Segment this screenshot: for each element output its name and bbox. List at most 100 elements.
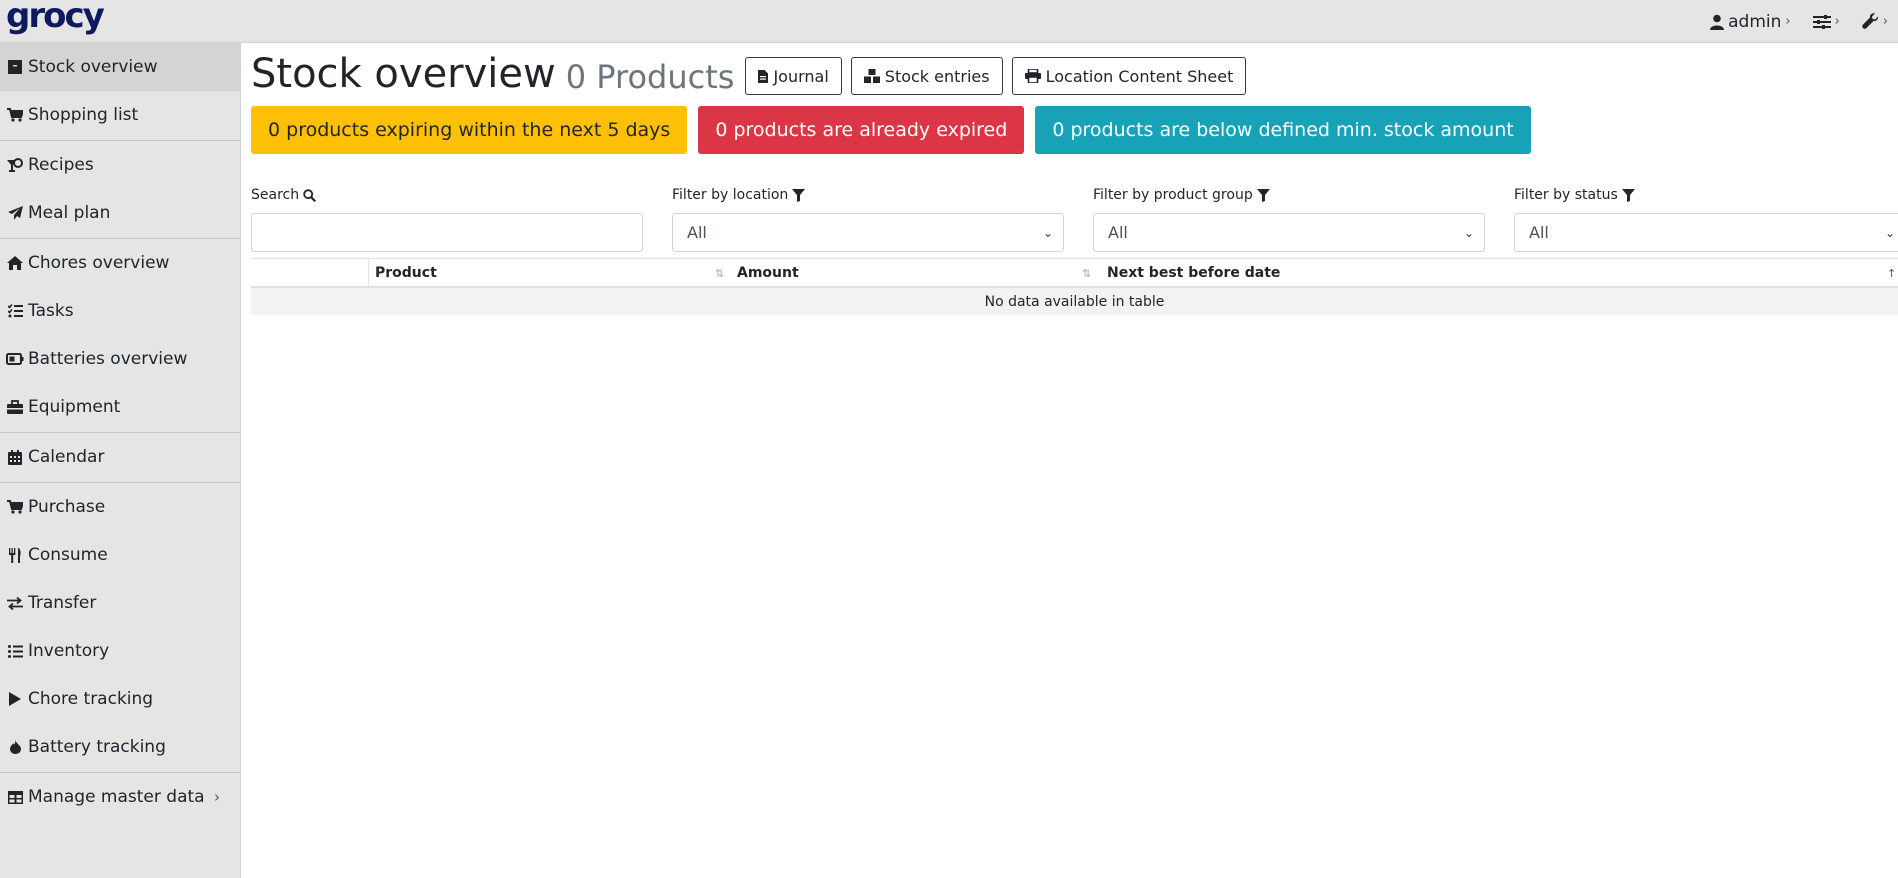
sidebar-item-equipment[interactable]: Equipment	[0, 383, 240, 431]
boxes-icon	[863, 69, 880, 83]
search-icon	[303, 188, 317, 202]
sort-asc-icon: ↑	[1887, 267, 1897, 280]
sidebar-item-shopping-list[interactable]: Shopping list	[0, 91, 240, 139]
stock-table: Product ⇅ Amount ⇅ Next best before date…	[251, 258, 1898, 315]
chevron-down-icon: ⌄	[1042, 225, 1053, 240]
status-alerts: 0 products expiring within the next 5 da…	[251, 106, 1531, 154]
sidebar-item-recipes[interactable]: Recipes	[0, 141, 240, 189]
status-filter-label: Filter by status	[1514, 187, 1618, 203]
column-header-label: Product	[375, 265, 437, 281]
chevron-down-icon: ⌄	[1884, 225, 1895, 240]
play-icon	[6, 692, 24, 706]
sidebar: Stock overview Shopping list Recipes Mea…	[0, 43, 241, 878]
app-logo[interactable]: grocy	[6, 0, 105, 36]
fire-icon	[6, 740, 24, 754]
location-select[interactable]: All ⌄	[672, 213, 1064, 252]
sidebar-item-label: Meal plan	[28, 203, 111, 223]
status-select[interactable]: All ⌄	[1514, 213, 1898, 252]
location-select-wrap: All ⌄	[672, 213, 1064, 252]
user-icon	[1710, 14, 1725, 30]
stock-entries-label: Stock entries	[884, 66, 990, 86]
sort-icon: ⇅	[715, 267, 725, 280]
list-icon	[6, 644, 24, 658]
sidebar-item-meal-plan[interactable]: Meal plan	[0, 189, 240, 237]
product-group-select-wrap: All ⌄	[1093, 213, 1485, 252]
location-content-sheet-button[interactable]: Location Content Sheet	[1011, 57, 1247, 95]
sidebar-item-batteries-overview[interactable]: Batteries overview	[0, 335, 240, 383]
user-name: admin	[1728, 11, 1782, 32]
tasks-icon	[6, 304, 24, 318]
product-count: 0 Products	[565, 58, 735, 96]
product-group-select-value: All	[1108, 223, 1128, 242]
search-label: Search	[251, 187, 300, 203]
exchange-icon	[6, 596, 24, 610]
chevron-right-icon: ›	[1785, 14, 1791, 29]
product-group-select[interactable]: All ⌄	[1093, 213, 1485, 252]
search-input-wrap	[251, 213, 643, 252]
sidebar-item-transfer[interactable]: Transfer	[0, 579, 240, 627]
chevron-right-icon: ›	[1834, 14, 1840, 29]
top-right-menu: admin › › ›	[1710, 0, 1888, 43]
sidebar-item-consume[interactable]: Consume	[0, 531, 240, 579]
filter-icon	[1621, 188, 1635, 202]
sidebar-item-chores-overview[interactable]: Chores overview	[0, 239, 240, 287]
stock-entries-button[interactable]: Stock entries	[850, 57, 1003, 95]
column-header-label: Next best before date	[1107, 265, 1281, 281]
cart-icon	[6, 108, 24, 122]
sort-icon: ⇅	[1082, 267, 1092, 280]
sidebar-item-inventory[interactable]: Inventory	[0, 627, 240, 675]
cocktail-icon	[6, 158, 24, 172]
status-filter: Filter by status	[1514, 185, 1898, 205]
sidebar-item-battery-tracking[interactable]: Battery tracking	[0, 723, 240, 771]
location-label-row: Filter by location	[672, 185, 1064, 205]
cart-icon	[6, 500, 24, 514]
table-icon	[6, 790, 24, 804]
settings-menu[interactable]: ›	[1812, 14, 1840, 29]
below-min-stock-alert[interactable]: 0 products are below defined min. stock …	[1035, 106, 1531, 154]
sidebar-item-stock-overview[interactable]: Stock overview	[0, 43, 240, 91]
sidebar-item-label: Inventory	[28, 641, 110, 661]
tools-menu[interactable]: ›	[1861, 13, 1888, 30]
filter-icon	[792, 188, 806, 202]
sidebar-item-label: Tasks	[28, 301, 74, 321]
chevron-right-icon: ›	[214, 788, 220, 806]
filter-icon	[1256, 188, 1270, 202]
product-group-filter-label: Filter by product group	[1093, 187, 1253, 203]
calendar-icon	[6, 449, 24, 465]
column-header-amount[interactable]: Amount	[731, 259, 1101, 287]
sidebar-item-label: Shopping list	[28, 105, 139, 125]
chevron-down-icon: ⌄	[1463, 225, 1474, 240]
expired-alert[interactable]: 0 products are already expired	[698, 106, 1025, 154]
utensils-icon	[6, 547, 24, 563]
sidebar-item-label: Stock overview	[28, 57, 158, 77]
expiring-alert[interactable]: 0 products expiring within the next 5 da…	[251, 106, 688, 154]
paper-plane-icon	[6, 206, 24, 220]
page-title: Stock overview	[251, 51, 556, 97]
top-navbar: grocy admin › › ›	[0, 0, 1898, 43]
empty-table-message: No data available in table	[984, 293, 1165, 310]
sidebar-item-tasks[interactable]: Tasks	[0, 287, 240, 335]
product-group-label-row: Filter by product group	[1093, 185, 1485, 205]
product-group-filter: Filter by product group	[1093, 185, 1485, 205]
sidebar-item-chore-tracking[interactable]: Chore tracking	[0, 675, 240, 723]
sidebar-item-label: Consume	[28, 545, 108, 565]
sidebar-item-label: Equipment	[28, 397, 121, 417]
location-filter-label: Filter by location	[672, 187, 789, 203]
table-header-actions	[251, 259, 369, 287]
user-menu[interactable]: admin ›	[1710, 11, 1791, 32]
sidebar-item-label: Recipes	[28, 155, 94, 175]
sidebar-item-label: Chore tracking	[28, 689, 154, 709]
sidebar-item-calendar[interactable]: Calendar	[0, 433, 240, 481]
sidebar-item-purchase[interactable]: Purchase	[0, 483, 240, 531]
journal-button[interactable]: Journal	[745, 57, 842, 95]
wrench-icon	[1861, 13, 1878, 29]
column-header-product[interactable]: Product	[369, 259, 731, 287]
toolbox-icon	[6, 400, 24, 414]
sidebar-item-manage-master-data[interactable]: Manage master data ›	[0, 773, 240, 821]
search-label-row: Search	[251, 185, 643, 205]
title-buttons: Journal Stock entries Location Content S…	[745, 57, 1247, 95]
search-input[interactable]	[251, 213, 643, 252]
title-row: Stock overview 0 Products Journal Stock …	[251, 51, 1247, 97]
column-header-next-best-before[interactable]: Next best before date	[1101, 259, 1898, 287]
chevron-right-icon: ›	[1882, 14, 1888, 29]
